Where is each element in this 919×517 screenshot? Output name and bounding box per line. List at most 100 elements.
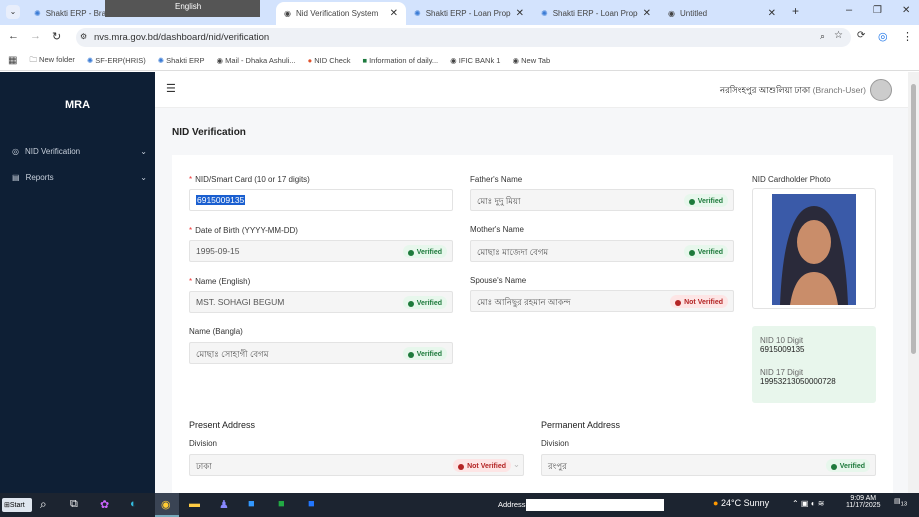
excel-icon[interactable]: ■ — [278, 498, 285, 510]
tab-loan-proposal-2[interactable]: ✺Shakti ERP - Loan Proposal✕ — [533, 3, 659, 23]
verified-badge: Verified — [683, 194, 728, 207]
avatar[interactable] — [870, 79, 892, 101]
nid-summary-box: NID 10 Digit 6915009135 NID 17 Digit 199… — [752, 326, 876, 403]
chevron-down-icon: ⌄ — [140, 173, 147, 182]
sidebar-item-nid-verification[interactable]: ◎ NID Verification ⌄ — [12, 147, 147, 156]
back-button[interactable]: ← — [8, 30, 19, 42]
present-division-select[interactable]: ঢাকা Not Verified ⌄ — [189, 454, 524, 476]
verified-badge: Verified — [402, 296, 447, 309]
sidebar: MRA ◎ NID Verification ⌄ ▤ Reports ⌄ — [0, 72, 155, 493]
browser-tab-bar: ⌄ ✺Shakti ERP - Branch✕ English ◉Nid Ver… — [0, 0, 919, 25]
verified-badge: Verified — [825, 459, 870, 472]
permanent-division-select[interactable]: রংপুর Verified — [541, 454, 876, 476]
table-icon: ▤ — [12, 173, 20, 182]
reload-button[interactable]: ↻ — [52, 30, 61, 43]
extensions-icon[interactable]: ⟳ — [857, 30, 865, 41]
close-tab-icon[interactable]: ✕ — [390, 8, 398, 19]
fingerprint-icon: ◎ — [12, 147, 19, 156]
url-input[interactable]: nvs.mra.gov.bd/dashboard/nid/verificatio… — [76, 28, 851, 47]
sidebar-item-reports[interactable]: ▤ Reports ⌄ — [12, 173, 147, 182]
name-en-field: MST. SOHAGI BEGUM Verified — [189, 291, 453, 313]
shakti-icon: ✺ — [34, 8, 41, 18]
bookmark-mail[interactable]: ◉ Mail - Dhaka Ashuli... — [216, 56, 295, 65]
tab-untitled[interactable]: ◉ Untitled ✕ — [660, 3, 784, 23]
verified-badge: Verified — [402, 347, 447, 360]
word-icon[interactable]: ■ — [308, 498, 315, 510]
maximize-button[interactable]: ❐ — [873, 5, 882, 16]
photo-label: NID Cardholder Photo — [752, 175, 831, 184]
search-icon[interactable]: ⌕ — [40, 497, 47, 512]
logo: MRA — [64, 99, 91, 111]
language-overlay[interactable]: English — [105, 0, 260, 17]
name-en-label: * Name (English) — [189, 277, 251, 286]
menu-toggle-icon[interactable]: ☰ — [166, 82, 176, 95]
chevron-down-icon: ⌄ — [512, 459, 520, 469]
tab-nid-verification[interactable]: ◉ Nid Verification System ✕ — [276, 2, 406, 25]
address-toolbar-label: Address — [498, 500, 526, 509]
father-field: মোঃ দুদু মিয়া Verified — [470, 189, 734, 211]
tray-icons[interactable]: ⌃ ▣ ◐ ≋ — [792, 499, 824, 508]
file-explorer-icon[interactable]: ▬ — [189, 498, 200, 510]
user-info: নরসিংহপুর আশুলিয়া ঢাকা (Branch-User) — [720, 85, 866, 95]
bookmark-information[interactable]: ■ Information of daily... — [362, 56, 438, 65]
edge-icon[interactable]: ◐ — [130, 498, 137, 510]
mother-field: মোছাঃ মাজেদা বেগম Verified — [470, 240, 734, 262]
dob-field: 1995-09-15 Verified — [189, 240, 453, 262]
father-label: Father's Name — [470, 175, 523, 184]
verification-card: * NID/Smart Card (10 or 17 digits) 691500… — [172, 155, 893, 495]
copilot-icon[interactable]: ✿ — [100, 498, 109, 511]
bookmark-star-icon[interactable]: ☆ — [834, 30, 843, 41]
close-tab-icon[interactable]: ✕ — [768, 8, 776, 19]
verified-badge: Verified — [683, 245, 728, 258]
clock[interactable]: 9:09 AM 11/17/2025 — [846, 495, 881, 509]
nid-input[interactable]: 6915009135 — [189, 189, 453, 211]
present-address-title: Present Address — [189, 420, 256, 430]
scrollbar-thumb[interactable] — [911, 84, 916, 354]
close-tab-icon[interactable]: ✕ — [643, 8, 651, 19]
not-verified-badge: Not Verified — [670, 295, 728, 308]
notification-icon[interactable]: ▤13 — [894, 497, 907, 507]
chrome-icon[interactable]: ◉ — [155, 493, 179, 517]
mother-label: Mother's Name — [470, 225, 524, 234]
new-tab-button[interactable]: + — [792, 4, 799, 18]
apps-icon[interactable]: ▦ — [8, 55, 17, 66]
bookmark-sf-erp[interactable]: ✺ SF-ERP(HRIS) — [87, 56, 146, 65]
page-scrollbar[interactable] — [908, 72, 919, 493]
bookmark-new-tab[interactable]: ◉ New Tab — [512, 56, 550, 65]
nid-label: * NID/Smart Card (10 or 17 digits) — [189, 175, 310, 184]
minimize-button[interactable]: – — [846, 4, 852, 16]
teams-icon[interactable]: ♟ — [219, 498, 229, 511]
page-title: NID Verification — [172, 127, 246, 138]
bookmark-ific[interactable]: ◉ IFIC BANk 1 — [450, 56, 500, 65]
present-division-label: Division — [189, 439, 218, 448]
chevron-down-icon: ⌄ — [140, 147, 147, 156]
close-tab-icon[interactable]: ✕ — [516, 8, 524, 19]
not-verified-badge: Not Verified — [453, 459, 511, 472]
name-bn-label: Name (Bangla) — [189, 327, 243, 336]
outlook-icon[interactable]: ■ — [248, 498, 255, 510]
permanent-division-label: Division — [541, 439, 570, 448]
bookmark-shakti-erp[interactable]: ✺ Shakti ERP — [158, 56, 205, 65]
taskbar-address-input[interactable] — [526, 499, 664, 511]
shakti-icon: ✺ — [541, 8, 548, 18]
window-close-button[interactable]: ✕ — [902, 5, 910, 16]
dob-label: * Date of Birth (YYYY-MM-DD) — [189, 226, 298, 235]
profile-icon[interactable]: ◎ — [878, 30, 888, 43]
tab-loan-proposal-1[interactable]: ✺Shakti ERP - Loan Proposal✕ — [406, 3, 532, 23]
zoom-icon[interactable]: ⌕ — [820, 31, 825, 42]
bookmark-new-folder[interactable]: 🗀 New folder — [29, 54, 74, 67]
menu-icon[interactable]: ⋮ — [902, 30, 913, 43]
forward-button[interactable]: → — [30, 30, 41, 42]
globe-icon: ◉ — [668, 8, 675, 18]
photo-frame — [752, 188, 876, 309]
weather-widget[interactable]: ● 24°C Sunny — [713, 498, 769, 508]
task-view-icon[interactable]: ⧉ — [70, 498, 78, 511]
bookmark-nid-check[interactable]: ● NID Check — [308, 56, 351, 65]
shakti-icon: ✺ — [414, 8, 421, 18]
tab-search-button[interactable]: ⌄ — [6, 5, 20, 19]
start-button[interactable]: ⊞Start — [2, 498, 32, 512]
globe-icon: ◉ — [284, 9, 291, 18]
site-info-icon[interactable]: ⚙ — [80, 32, 87, 41]
verified-badge: Verified — [402, 245, 447, 258]
cardholder-photo — [772, 194, 856, 305]
